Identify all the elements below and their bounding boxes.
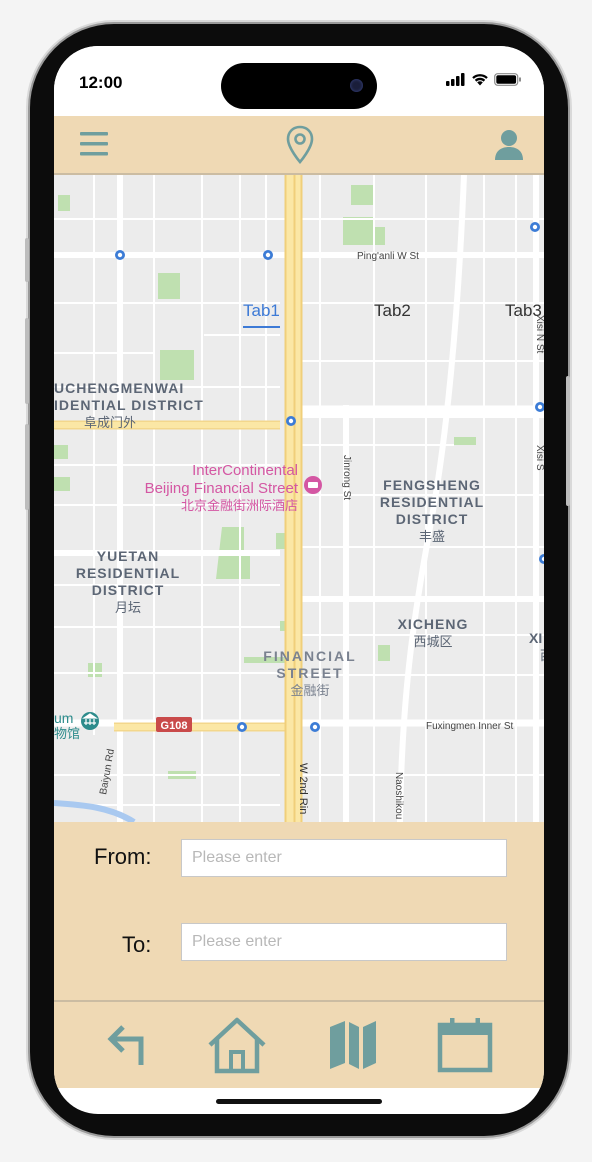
map-label-fuchengmenwai-en1: UCHENGMENWAI	[54, 380, 184, 396]
map-label-w2ndring: W 2nd Rin	[297, 763, 309, 814]
to-label: To:	[122, 932, 152, 957]
map-label-naoshikou: Naoshikou S	[393, 772, 404, 822]
map-label-xicheng-zh: 西城区	[413, 634, 452, 649]
back-button[interactable]	[98, 1018, 156, 1072]
map-label-g108: G108	[161, 720, 188, 732]
map-label-baiyun: Baiyun Rd	[98, 748, 117, 795]
map-label-financial-en2: STREET	[276, 665, 343, 681]
map-label-fengsheng-en1: FENGSHENG	[383, 477, 481, 493]
map-label-jinrong: Jinrong St	[341, 455, 352, 500]
location-button[interactable]	[282, 124, 318, 166]
volume-up-button	[25, 318, 29, 404]
screen: 12:00 G108 Ping'anli W St UCHENGMENWAI I…	[54, 46, 544, 1114]
power-button	[566, 376, 570, 506]
cellular-signal-icon	[446, 73, 465, 86]
bottom-nav	[54, 1002, 544, 1088]
map-label-financial-zh: 金融街	[290, 683, 329, 698]
wifi-icon	[472, 74, 488, 86]
menu-button[interactable]	[76, 128, 112, 160]
from-label: From:	[94, 844, 152, 869]
back-arrow-icon	[107, 1025, 144, 1065]
calendar-icon	[437, 1018, 493, 1073]
map-label-fuchengmenwai-zh: 阜成门外	[84, 415, 136, 430]
map-label-museum-zh: 物馆	[54, 726, 80, 741]
tab-2[interactable]: Tab2	[374, 301, 411, 321]
profile-button[interactable]	[490, 126, 528, 164]
map-button[interactable]	[322, 1014, 384, 1076]
map-label-hotel-en1: InterContinental	[192, 462, 298, 479]
map-label-fengsheng-zh: 丰盛	[419, 529, 445, 544]
map-view[interactable]: G108 Ping'anli W St UCHENGMENWAI IDENTIA…	[54, 175, 544, 822]
route-form: From: To:	[54, 822, 544, 1002]
to-input[interactable]	[181, 923, 507, 961]
battery-icon	[494, 73, 521, 86]
map-label-fuxingmen: Fuxingmen Inner St	[426, 721, 513, 732]
hamburger-menu-icon	[80, 132, 108, 156]
map-label-yuetan-en3: DISTRICT	[92, 582, 165, 598]
from-input[interactable]	[181, 839, 507, 877]
map-label-museum-en: um	[54, 710, 73, 726]
map-label-yuetan-en1: YUETAN	[97, 548, 160, 564]
map-canvas: G108 Ping'anli W St UCHENGMENWAI IDENTIA…	[54, 175, 544, 822]
map-label-fuchengmenwai-en2: IDENTIAL DISTRICT	[54, 397, 204, 413]
map-label-hotel-en2: Beijing Financial Street	[145, 480, 299, 497]
location-pin-icon	[286, 125, 314, 164]
map-label-xicheng-en: XICHENG	[398, 616, 469, 632]
status-icons	[446, 73, 522, 86]
map-label-yuetan-en2: RESIDENTIAL	[76, 565, 180, 581]
home-indicator	[216, 1099, 382, 1104]
map-label-financial-en1: FINANCIAL	[263, 648, 356, 664]
volume-down-button	[25, 424, 29, 510]
home-button[interactable]	[204, 1012, 270, 1078]
status-time: 12:00	[79, 73, 123, 92]
calendar-button[interactable]	[432, 1014, 498, 1076]
home-icon	[208, 1017, 266, 1074]
map-label-hotel-zh: 北京金融街洲际酒店	[181, 498, 298, 513]
status-bar: 12:00	[54, 46, 544, 116]
map-label-fengsheng-en2: RESIDENTIAL	[380, 494, 484, 510]
front-camera	[350, 79, 363, 92]
map-label-yuetan-zh: 月坛	[115, 600, 141, 615]
map-label-fengsheng-en3: DISTRICT	[396, 511, 469, 527]
dynamic-island	[221, 63, 377, 109]
map-label-pinganli: Ping'anli W St	[357, 251, 419, 262]
map-label-xi-edge: XI	[529, 630, 542, 646]
map-icon	[330, 1021, 376, 1069]
app-header	[54, 116, 544, 175]
map-label-xisi2: Xisi S	[534, 445, 544, 471]
map-label-xi-edge-zh: 西	[540, 648, 544, 663]
silent-switch	[25, 238, 29, 282]
user-icon	[495, 130, 523, 160]
tab-1[interactable]: Tab1	[243, 301, 280, 328]
tab-3[interactable]: Tab3	[505, 301, 542, 321]
